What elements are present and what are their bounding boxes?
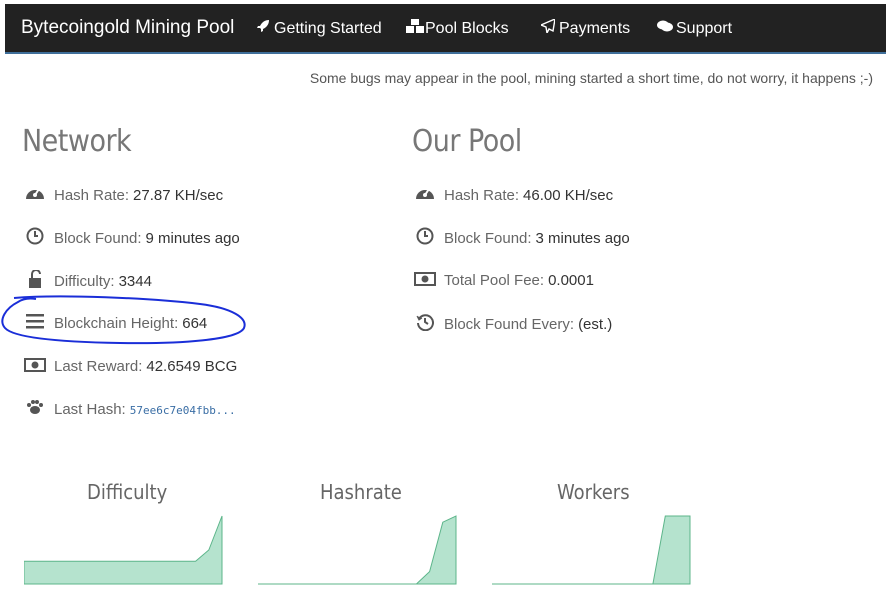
- money-icon: [24, 356, 46, 378]
- pool-hash-rate: Hash Rate: 46.00 KH/sec: [414, 184, 613, 206]
- difficulty-sparkline: [24, 515, 223, 585]
- paper-plane-icon: [539, 4, 556, 52]
- chart-title-workers: Workers: [557, 480, 630, 504]
- network-block-found: Block Found: 9 minutes ago: [24, 227, 240, 249]
- pool-block-found-every: Block Found Every: (est.): [414, 313, 612, 335]
- brand-link[interactable]: Bytecoingold Mining Pool: [21, 4, 234, 52]
- network-title: Network: [22, 124, 132, 159]
- network-difficulty: Difficulty: 3344: [24, 269, 152, 294]
- history-icon: [414, 313, 436, 337]
- cubes-icon: [406, 4, 424, 52]
- nav-pool-blocks[interactable]: Pool Blocks: [406, 4, 509, 52]
- nav-label: Getting Started: [274, 20, 382, 37]
- nav-support[interactable]: Support: [657, 4, 732, 52]
- last-hash-link[interactable]: 57ee6c7e04fbb...: [130, 404, 236, 417]
- nav-getting-started[interactable]: Getting Started: [255, 4, 382, 52]
- workers-sparkline: [492, 515, 691, 585]
- pool-block-found: Block Found: 3 minutes ago: [414, 227, 630, 249]
- clock-icon: [24, 227, 46, 251]
- rocket-icon: [255, 4, 271, 52]
- notice-text: Some bugs may appear in the pool, mining…: [309, 70, 873, 86]
- sparkline-area: [24, 515, 223, 585]
- sparkline-area: [258, 515, 457, 585]
- nav-label: Payments: [559, 20, 631, 37]
- clock-icon: [414, 227, 436, 251]
- nav-payments[interactable]: Payments: [539, 4, 631, 52]
- annotation-circle: [1, 295, 246, 345]
- unlock-icon: [24, 269, 46, 294]
- chart-title-difficulty: Difficulty: [87, 480, 168, 504]
- hashrate-sparkline: [258, 515, 457, 585]
- tachometer-icon: [24, 184, 46, 208]
- network-hash-rate: Hash Rate: 27.87 KH/sec: [24, 184, 223, 206]
- chart-title-hashrate: Hashrate: [320, 480, 402, 504]
- navbar: Bytecoingold Mining Pool Getting Started…: [5, 4, 886, 54]
- network-last-hash: Last Hash: 57ee6c7e04fbb...: [24, 399, 236, 421]
- paw-icon: [24, 399, 46, 421]
- comments-icon: [657, 4, 673, 52]
- money-icon: [414, 270, 436, 292]
- nav-label: Pool Blocks: [425, 20, 509, 37]
- network-last-reward: Last Reward: 42.6549 BCG: [24, 356, 237, 378]
- pool-total-fee: Total Pool Fee: 0.0001: [414, 270, 594, 292]
- pool-title: Our Pool: [412, 124, 522, 159]
- nav-label: Support: [676, 20, 733, 37]
- sparkline-area: [492, 515, 691, 585]
- tachometer-icon: [414, 184, 436, 208]
